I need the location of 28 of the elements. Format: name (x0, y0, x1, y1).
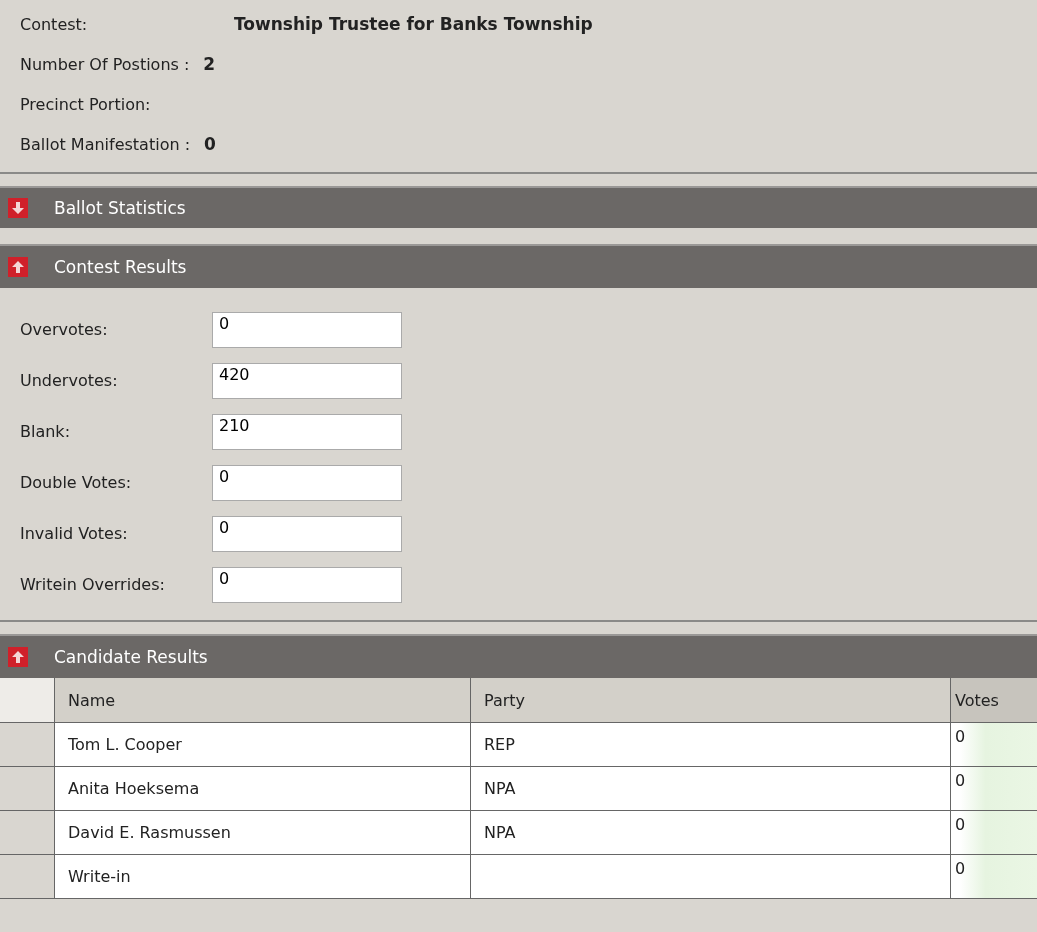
field-label: Number Of Postions : (20, 54, 190, 74)
input-field[interactable]: 210 (212, 413, 402, 450)
column-header[interactable]: Name (55, 678, 471, 722)
field-label: Invalid Votes: (20, 524, 129, 543)
input-field[interactable]: 0 (212, 515, 402, 552)
field-label: Writein Overrides: (20, 575, 166, 594)
table-cell: Anita Hoeksema (55, 767, 471, 810)
input-field[interactable]: 0 (212, 311, 402, 348)
field-label: Contest: (20, 14, 89, 34)
input-field[interactable]: 420 (212, 362, 402, 399)
input-field[interactable]: 0 (212, 464, 402, 501)
input-field[interactable]: 0 (212, 566, 402, 603)
field-label: Overvotes: (20, 320, 109, 339)
field-value: 2 (203, 54, 216, 74)
column-header[interactable]: Votes (951, 678, 1037, 722)
table-cell: David E. Rasmussen (55, 811, 471, 854)
field-label: Double Votes: (20, 473, 133, 492)
section-header[interactable]: Ballot Statistics (0, 186, 1037, 228)
table-cell: Tom L. Cooper (55, 723, 471, 766)
field-value: Township Trustee for Banks Township (234, 14, 593, 34)
section-header[interactable]: Candidate Results (0, 634, 1037, 678)
table-cell: Write-in (55, 855, 471, 898)
field-label: Precinct Portion: (20, 94, 151, 114)
field-label: Blank: (20, 422, 72, 441)
field-label: Ballot Manifestation : (20, 134, 191, 154)
field-value: 0 (204, 134, 216, 154)
section-header[interactable]: Contest Results (0, 244, 1037, 288)
field-label: Undervotes: (20, 371, 119, 390)
